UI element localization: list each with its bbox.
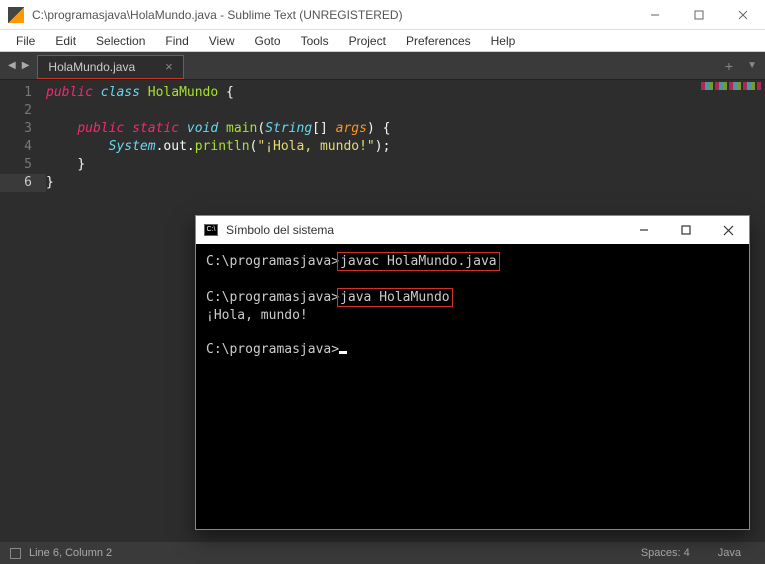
window-controls <box>633 0 765 30</box>
indent-setting[interactable]: Spaces: 4 <box>627 547 704 559</box>
maximize-button[interactable] <box>677 0 721 30</box>
cmd-prompt: C:\programasjava> <box>206 254 339 269</box>
param-args: args <box>336 121 367 136</box>
tab-next-icon[interactable]: ▶ <box>20 60 32 71</box>
brace: } <box>46 175 54 190</box>
kw-public: public <box>46 85 93 100</box>
window-title: C:\programasjava\HolaMundo.java - Sublim… <box>32 8 633 22</box>
cmd-titlebar: C:\ Símbolo del sistema <box>196 216 749 244</box>
cursor-position[interactable]: Line 6, Column 2 <box>29 547 112 559</box>
menu-preferences[interactable]: Preferences <box>396 34 481 48</box>
tab-holamundo[interactable]: HolaMundo.java × <box>37 55 183 79</box>
out: out <box>163 139 186 154</box>
brackets: [] <box>312 121 335 136</box>
titlebar: C:\programasjava\HolaMundo.java - Sublim… <box>0 0 765 30</box>
type-string: String <box>265 121 312 136</box>
menu-find[interactable]: Find <box>155 34 198 48</box>
line-number: 4 <box>24 139 32 154</box>
cmd-output: ¡Hola, mundo! <box>206 308 308 323</box>
menu-help[interactable]: Help <box>481 34 526 48</box>
menu-edit[interactable]: Edit <box>45 34 86 48</box>
println: println <box>195 139 250 154</box>
cmd-highlight-javac: javac HolaMundo.java <box>337 252 500 271</box>
command-prompt-window: C:\ Símbolo del sistema C:\programasjava… <box>195 215 750 530</box>
string-literal: "¡Hola, mundo!" <box>257 139 374 154</box>
rp: ); <box>375 139 391 154</box>
kw-void: void <box>187 121 218 136</box>
paren: ( <box>257 121 265 136</box>
close-button[interactable] <box>721 0 765 30</box>
brace: { <box>218 85 234 100</box>
line-number: 1 <box>24 85 32 100</box>
cmd-prompt: C:\programasjava> <box>206 290 339 305</box>
cmd-icon: C:\ <box>204 224 218 236</box>
line-number: 5 <box>24 157 32 172</box>
paren-brace: ) { <box>367 121 390 136</box>
cmd-prompt: C:\programasjava> <box>206 342 339 357</box>
sidebar-toggle-icon[interactable] <box>10 548 21 559</box>
line-gutter: 1 2 3 4 5 6 <box>0 80 46 542</box>
tab-nav: ◀ ▶ <box>0 60 37 71</box>
cmd-title: Símbolo del sistema <box>226 223 623 237</box>
tab-add-button[interactable]: + <box>719 58 739 74</box>
dot: . <box>187 139 195 154</box>
line-number: 3 <box>24 121 32 136</box>
cmd-maximize-button[interactable] <box>665 216 707 244</box>
system: System <box>109 139 156 154</box>
kw-class: class <box>101 85 140 100</box>
tab-close-icon[interactable]: × <box>165 59 173 74</box>
menu-tools[interactable]: Tools <box>291 34 339 48</box>
cmd-cursor <box>339 351 347 354</box>
minimap[interactable] <box>701 82 761 90</box>
app-icon <box>8 7 24 23</box>
brace: } <box>77 157 85 172</box>
cmd-body[interactable]: C:\programasjava>javac HolaMundo.java C:… <box>196 244 749 529</box>
tab-dropdown-icon[interactable]: ▼ <box>739 60 765 71</box>
menu-project[interactable]: Project <box>339 34 396 48</box>
kw-public: public <box>77 121 124 136</box>
tabbar: ◀ ▶ HolaMundo.java × + ▼ <box>0 52 765 80</box>
menu-goto[interactable]: Goto <box>245 34 291 48</box>
tab-label: HolaMundo.java <box>48 60 135 74</box>
statusbar: Line 6, Column 2 Spaces: 4 Java <box>0 542 765 564</box>
menu-selection[interactable]: Selection <box>86 34 155 48</box>
cmd-minimize-button[interactable] <box>623 216 665 244</box>
line-number-current: 6 <box>0 174 46 192</box>
tab-prev-icon[interactable]: ◀ <box>6 60 18 71</box>
menu-file[interactable]: File <box>6 34 45 48</box>
cmd-highlight-java: java HolaMundo <box>337 288 453 307</box>
cmd-close-button[interactable] <box>707 216 749 244</box>
menubar: File Edit Selection Find View Goto Tools… <box>0 30 765 52</box>
syntax-setting[interactable]: Java <box>704 547 755 559</box>
minimize-button[interactable] <box>633 0 677 30</box>
class-name: HolaMundo <box>148 85 218 100</box>
fn-main: main <box>226 121 257 136</box>
menu-view[interactable]: View <box>199 34 245 48</box>
kw-static: static <box>132 121 179 136</box>
line-number: 2 <box>24 103 32 118</box>
